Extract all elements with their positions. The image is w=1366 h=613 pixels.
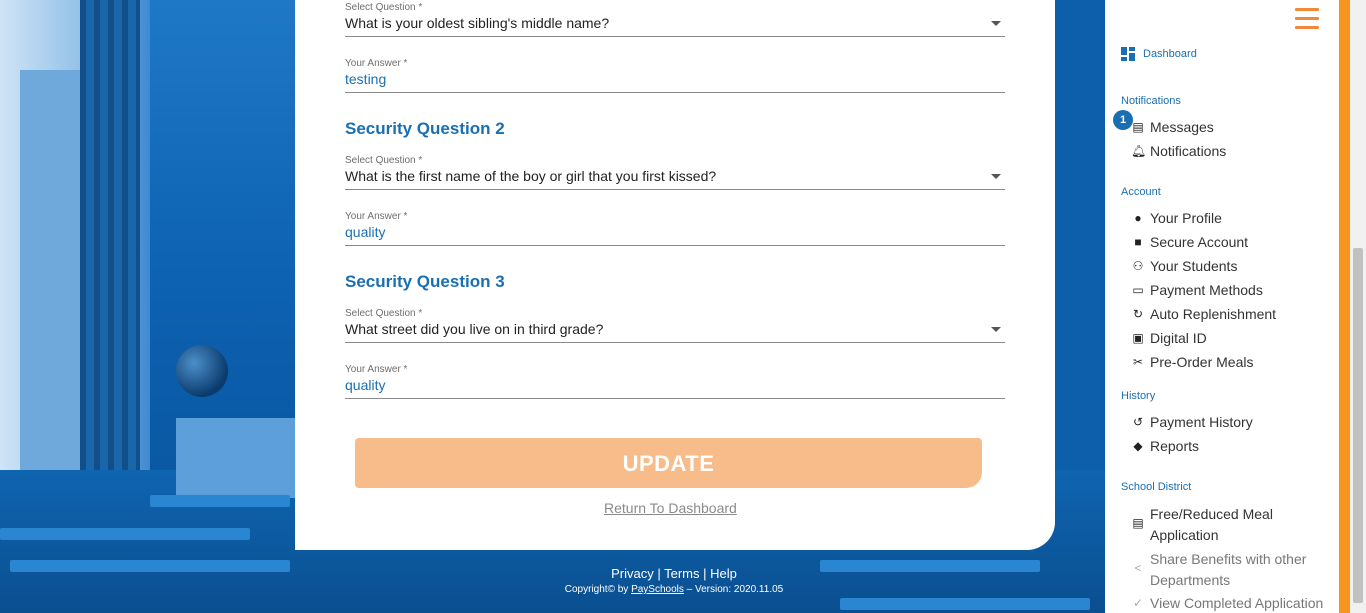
sidebar-item-auto-replenishment[interactable]: ↻ Auto Replenishment (1131, 305, 1276, 323)
share-icon: < (1134, 561, 1142, 575)
user-circle-icon: ● (1134, 211, 1142, 225)
select-question-label: Select Question * (345, 2, 423, 13)
copyright-text: Copyright© by (564, 584, 629, 595)
cabinet (176, 418, 296, 498)
answer-label: Your Answer * (345, 211, 408, 222)
return-to-dashboard-link[interactable]: Return To Dashboard (604, 500, 737, 516)
sidebar-item-free-reduced-meal[interactable]: ▤ Free/Reduced Meal Application (1131, 504, 1273, 546)
question-1-text: What is your oldest sibling's middle nam… (345, 15, 610, 31)
question-3-select[interactable]: Select Question * What street did you li… (345, 308, 1005, 343)
credit-card-icon: ▭ (1132, 283, 1144, 297)
sidebar-item-label: Payment History (1150, 414, 1253, 430)
bell-icon: 🔔︎ (1131, 144, 1147, 158)
sidebar-item-digital-id[interactable]: ▣ Digital ID (1131, 329, 1207, 347)
copyright: Copyright© by PaySchools – Version: 2020… (540, 584, 808, 595)
sidebar-item-label: Payment Methods (1150, 282, 1263, 298)
answer-1-input[interactable]: testing (345, 71, 1005, 93)
version-text: – Version: 2020.11.05 (686, 584, 784, 595)
security-question-3-title: Security Question 3 (345, 272, 505, 291)
security-question-2-title: Security Question 2 (345, 119, 505, 138)
sidebar-item-label: Your Students (1150, 258, 1238, 274)
desk (150, 495, 290, 507)
scrollbar-thumb[interactable] (1353, 248, 1363, 603)
clipboard-icon: ▤ (1132, 516, 1144, 530)
desk (840, 598, 1090, 610)
answer-label: Your Answer * (345, 58, 408, 69)
answer-1-field[interactable]: Your Answer * testing (345, 58, 1005, 93)
sidebar-item-pre-order-meals[interactable]: ✂ Pre-Order Meals (1131, 353, 1254, 371)
sidebar-item-label: Messages (1150, 119, 1214, 135)
sidebar-item-payment-methods[interactable]: ▭ Payment Methods (1131, 281, 1263, 299)
sidebar-item-label: Secure Account (1150, 234, 1249, 250)
curtain (80, 0, 140, 500)
globe (176, 345, 228, 397)
refresh-icon: ↻ (1132, 307, 1144, 321)
utensils-icon: ✂ (1132, 355, 1144, 369)
sidebar-item-messages[interactable]: ▤ Messages (1131, 118, 1214, 136)
answer-2-input[interactable]: quality (345, 224, 1005, 246)
sidebar-item-label: Share Benefits with other Departments (1150, 551, 1307, 588)
sidebar-item-view-completed-application[interactable]: ✓ View Completed Application (1131, 594, 1323, 612)
check-icon: ✓ (1132, 596, 1144, 610)
sidebar-item-notifications[interactable]: 🔔︎ Notifications (1131, 142, 1226, 160)
dropdown-arrow-icon[interactable] (991, 21, 1001, 26)
help-link[interactable]: Help (710, 566, 737, 581)
section-notifications: Notifications (1121, 95, 1181, 107)
question-2-select[interactable]: Select Question * What is the first name… (345, 155, 1005, 190)
answer-label: Your Answer * (345, 364, 408, 375)
sidebar-item-label: View Completed Application (1150, 595, 1324, 611)
section-account: Account (1121, 186, 1161, 198)
dashboard-icon (1121, 47, 1135, 61)
sidebar-item-your-profile[interactable]: ● Your Profile (1131, 209, 1222, 227)
sidebar-item-label: Digital ID (1150, 330, 1207, 346)
sidebar-item-share-benefits[interactable]: < Share Benefits with other Departments (1131, 549, 1306, 591)
answer-3-input[interactable]: quality (345, 377, 1005, 399)
report-icon: ◆ (1133, 439, 1143, 453)
scrollbar[interactable] (1350, 0, 1366, 613)
question-2-text: What is the first name of the boy or gir… (345, 168, 717, 184)
sidebar-item-label: Pre-Order Meals (1150, 354, 1254, 370)
payschools-link[interactable]: PaySchools (631, 584, 684, 595)
dropdown-arrow-icon[interactable] (991, 174, 1001, 179)
id-card-icon: ▣ (1132, 331, 1144, 345)
question-2-value[interactable]: What is the first name of the boy or gir… (345, 168, 1005, 190)
messages-badge: 1 (1113, 110, 1133, 130)
answer-3-field[interactable]: Your Answer * quality (345, 364, 1005, 399)
terms-link[interactable]: Terms (664, 566, 699, 581)
people-icon: ⚇ (1132, 259, 1144, 273)
section-history: History (1121, 390, 1156, 402)
question-1-value[interactable]: What is your oldest sibling's middle nam… (345, 15, 1005, 37)
lock-icon: ■ (1134, 235, 1142, 249)
sidebar-item-label: Notifications (1150, 143, 1227, 159)
select-question-label: Select Question * (345, 308, 423, 319)
question-3-value[interactable]: What street did you live on in third gra… (345, 321, 1005, 343)
sidebar-item-dashboard[interactable]: Dashboard (1121, 47, 1197, 61)
desk (0, 528, 250, 540)
sidebar-item-secure-account[interactable]: ■ Secure Account (1131, 233, 1248, 251)
footer: Privacy | Terms | Help Copyright© by Pay… (540, 566, 808, 595)
sidebar-item-label: Dashboard (1143, 48, 1197, 60)
sidebar-accent-bar (1339, 0, 1350, 613)
sidebar-item-label: Free/Reduced Meal Application (1150, 506, 1273, 543)
select-question-label: Select Question * (345, 155, 423, 166)
history-icon: ↺ (1132, 415, 1144, 429)
sidebar-item-label: Your Profile (1150, 210, 1222, 226)
question-1-select[interactable]: Select Question * What is your oldest si… (345, 2, 1005, 37)
sidebar-item-payment-history[interactable]: ↺ Payment History (1131, 413, 1253, 431)
dropdown-arrow-icon[interactable] (991, 327, 1001, 332)
desk (10, 560, 290, 572)
sidebar-item-label: Auto Replenishment (1150, 306, 1277, 322)
footer-links: Privacy | Terms | Help (611, 566, 737, 581)
update-button[interactable]: UPDATE (355, 438, 982, 488)
message-icon: ▤ (1132, 120, 1144, 134)
privacy-link[interactable]: Privacy (611, 566, 654, 581)
section-school-district: School District (1121, 481, 1192, 493)
desk (820, 560, 1040, 572)
sidebar-item-your-students[interactable]: ⚇ Your Students (1131, 257, 1238, 275)
sidebar-item-label: Reports (1150, 438, 1200, 454)
menu-icon[interactable] (1295, 8, 1319, 30)
sidebar-item-reports[interactable]: ◆ Reports (1131, 437, 1199, 455)
answer-2-field[interactable]: Your Answer * quality (345, 211, 1005, 246)
question-3-text: What street did you live on in third gra… (345, 321, 604, 337)
